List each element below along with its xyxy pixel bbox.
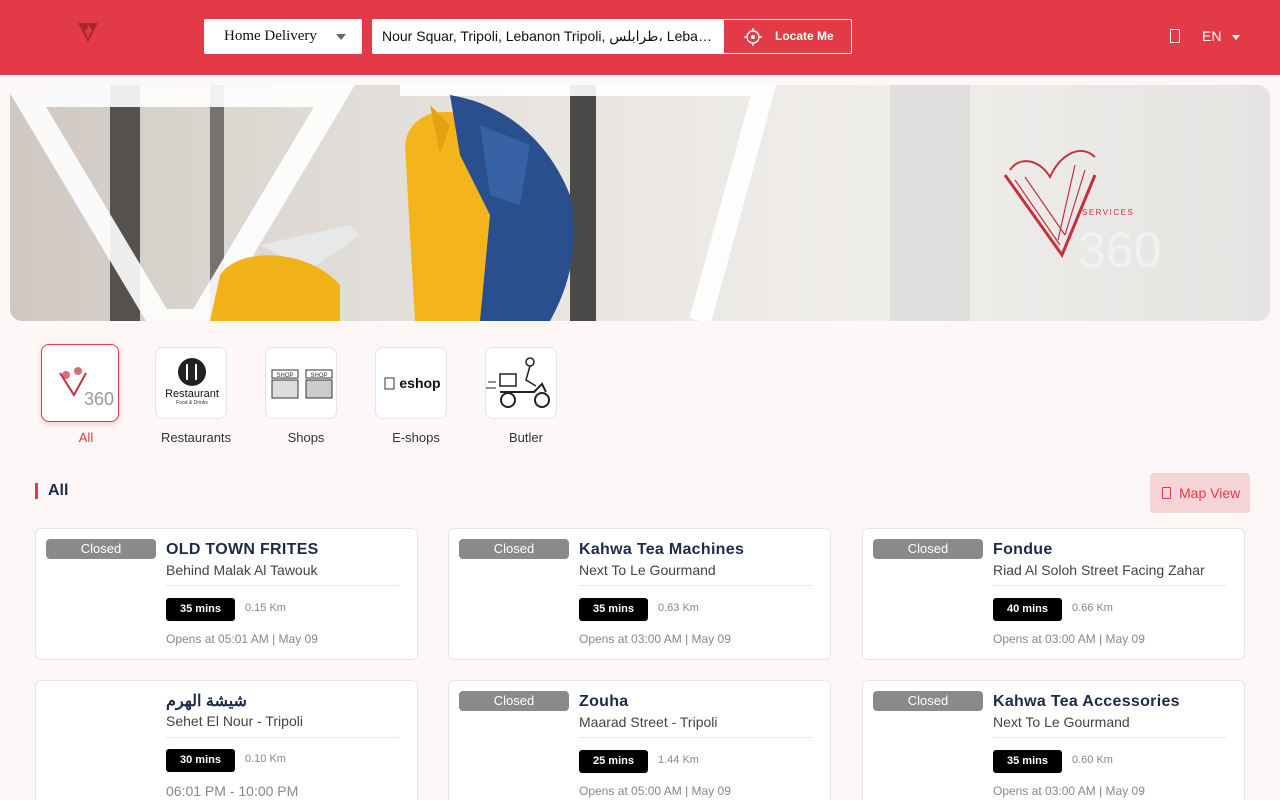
store-card[interactable]: Closed Kahwa Tea Machines Next To Le Gou… bbox=[448, 528, 831, 660]
category-label-eshops[interactable]: E-shops bbox=[361, 430, 471, 445]
address-value: Nour Squar, Tripoli, Lebanon Tripoli, طر… bbox=[382, 28, 717, 44]
restaurant-icon-subtext: Food & Drinks bbox=[176, 400, 208, 406]
delivery-time-badge: 40 mins bbox=[993, 598, 1062, 621]
store-name[interactable]: شيشة الهرم bbox=[166, 691, 406, 711]
store-card[interactable]: Closed OLD TOWN FRITES Behind Malak Al T… bbox=[35, 528, 418, 660]
store-name[interactable]: OLD TOWN FRITES bbox=[166, 541, 406, 559]
section-accent-bar bbox=[35, 483, 38, 499]
hero-banner: SERVICES 360 bbox=[10, 85, 1270, 321]
banner-illustration: SERVICES 360 bbox=[10, 85, 1161, 321]
store-name[interactable]: Kahwa Tea Accessories bbox=[993, 693, 1233, 711]
store-card[interactable]: Closed Zouha Maarad Street - Tripoli 25 … bbox=[448, 680, 831, 800]
delivery-time-badge: 35 mins bbox=[166, 598, 235, 621]
store-name[interactable]: Fondue bbox=[993, 541, 1233, 559]
locate-me-button[interactable]: Locate Me bbox=[723, 19, 852, 54]
locate-me-label: Locate Me bbox=[775, 29, 834, 43]
store-distance: 0.15 Km bbox=[245, 602, 286, 614]
card-divider bbox=[579, 585, 812, 586]
store-distance: 0.10 Km bbox=[245, 753, 286, 765]
store-address: Riad Al Soloh Street Facing Zahar bbox=[993, 562, 1205, 578]
store-opening-hours: 06:01 PM - 10:00 PM bbox=[166, 783, 299, 799]
store-card[interactable]: شيشة الهرم Sehet El Nour - Tripoli 30 mi… bbox=[35, 680, 418, 800]
category-restaurants[interactable]: Restaurant Food & Drinks bbox=[155, 347, 227, 419]
category-label-shops[interactable]: Shops bbox=[251, 430, 361, 445]
store-card[interactable]: Closed Kahwa Tea Accessories Next To Le … bbox=[862, 680, 1245, 800]
map-icon bbox=[1162, 487, 1171, 499]
category-butler[interactable] bbox=[485, 347, 557, 419]
section-title: All bbox=[48, 482, 69, 499]
category-label-all[interactable]: All bbox=[31, 430, 141, 445]
shop-icon-text-left: SHOP bbox=[276, 373, 293, 379]
banner-services-text: SERVICES bbox=[1082, 208, 1134, 217]
status-badge: Closed bbox=[873, 691, 983, 711]
store-address: Behind Malak Al Tawouk bbox=[166, 562, 318, 578]
store-distance: 0.63 Km bbox=[658, 602, 699, 614]
card-divider bbox=[993, 737, 1226, 738]
card-divider bbox=[166, 585, 399, 586]
card-divider bbox=[993, 585, 1226, 586]
store-distance: 0.66 Km bbox=[1072, 602, 1113, 614]
store-name[interactable]: Kahwa Tea Machines bbox=[579, 541, 819, 559]
language-select[interactable]: EN bbox=[1202, 28, 1221, 44]
shop-icon: SHOP SHOP bbox=[271, 369, 333, 399]
svg-text:360: 360 bbox=[84, 389, 114, 409]
card-divider bbox=[579, 737, 812, 738]
delivery-time-badge: 25 mins bbox=[579, 750, 648, 773]
delivery-mode-select[interactable]: Home Delivery bbox=[204, 19, 362, 54]
store-address: Maarad Street - Tripoli bbox=[579, 714, 718, 730]
crosshair-icon bbox=[744, 28, 762, 46]
store-opening-hours: Opens at 03:00 AM | May 09 bbox=[993, 784, 1145, 798]
store-card[interactable]: Closed Fondue Riad Al Soloh Street Facin… bbox=[862, 528, 1245, 660]
chevron-down-icon bbox=[336, 34, 346, 40]
services-360-logo-icon: 360 bbox=[59, 367, 114, 409]
store-distance: 1.44 Km bbox=[658, 754, 699, 766]
banner-360-text: 360 bbox=[1078, 222, 1161, 278]
map-view-button[interactable]: Map View bbox=[1150, 473, 1250, 513]
map-view-label: Map View bbox=[1179, 485, 1241, 501]
status-badge: Closed bbox=[459, 539, 569, 559]
status-badge: Closed bbox=[46, 539, 156, 559]
card-divider bbox=[166, 737, 399, 738]
store-address: Next To Le Gourmand bbox=[993, 714, 1130, 730]
restaurant-icon-text: Restaurant bbox=[165, 388, 219, 400]
store-opening-hours: Opens at 03:00 AM | May 09 bbox=[579, 632, 731, 646]
shop-icon-text-right: SHOP bbox=[310, 373, 327, 379]
restaurant-icon: Restaurant Food & Drinks bbox=[165, 358, 219, 406]
store-opening-hours: Opens at 05:01 AM | May 09 bbox=[166, 632, 318, 646]
category-shops[interactable]: SHOP SHOP bbox=[265, 347, 337, 419]
store-distance: 0.60 Km bbox=[1072, 754, 1113, 766]
status-badge: Closed bbox=[459, 691, 569, 711]
store-address: Next To Le Gourmand bbox=[579, 562, 716, 578]
category-label-butler[interactable]: Butler bbox=[471, 430, 581, 445]
address-input[interactable]: Nour Squar, Tripoli, Lebanon Tripoli, طر… bbox=[372, 19, 724, 54]
delivery-mode-value: Home Delivery bbox=[224, 28, 317, 44]
status-badge: Closed bbox=[873, 539, 983, 559]
site-logo-icon[interactable] bbox=[76, 18, 120, 42]
eshop-icon-text: eshop bbox=[399, 375, 440, 391]
store-opening-hours: Opens at 03:00 AM | May 09 bbox=[993, 632, 1145, 646]
delivery-time-badge: 30 mins bbox=[166, 749, 235, 772]
category-label-restaurants[interactable]: Restaurants bbox=[141, 430, 251, 445]
language-chevron-down-icon[interactable] bbox=[1232, 35, 1240, 40]
store-name[interactable]: Zouha bbox=[579, 693, 819, 711]
cart-icon[interactable] bbox=[1170, 29, 1180, 43]
top-header: Home Delivery Nour Squar, Tripoli, Leban… bbox=[0, 0, 1280, 75]
category-eshops[interactable]: eshop bbox=[375, 347, 447, 419]
store-opening-hours: Opens at 05:00 AM | May 09 bbox=[579, 784, 731, 798]
category-all[interactable]: 360 bbox=[41, 344, 119, 422]
eshop-icon: eshop bbox=[384, 375, 441, 391]
delivery-time-badge: 35 mins bbox=[579, 598, 648, 621]
delivery-time-badge: 35 mins bbox=[993, 750, 1062, 773]
store-address: Sehet El Nour - Tripoli bbox=[166, 713, 303, 729]
delivery-scooter-icon bbox=[486, 357, 550, 408]
